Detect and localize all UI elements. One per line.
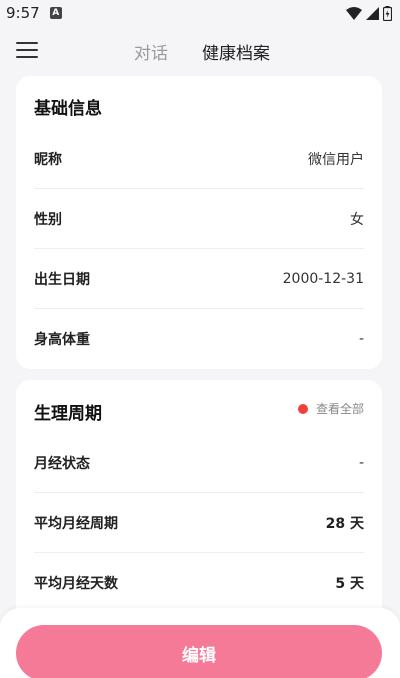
- battery-icon: [383, 5, 392, 21]
- wifi-icon: [346, 6, 362, 20]
- row-birth-date[interactable]: 出生日期 2000-12-31: [34, 250, 364, 309]
- row-value: -: [358, 455, 364, 471]
- status-badge: A: [49, 7, 62, 19]
- menu-icon[interactable]: [16, 40, 40, 60]
- row-label: 身高体重: [34, 331, 90, 348]
- row-label: 性别: [34, 212, 62, 228]
- view-all-link[interactable]: 查看全部: [297, 400, 364, 417]
- status-bar: 9:57 A: [0, 0, 400, 26]
- row-label: 平均月经天数: [34, 575, 118, 592]
- row-label: 月经状态: [34, 456, 90, 472]
- red-dot-icon: [297, 403, 308, 414]
- edit-button[interactable]: 编辑: [16, 625, 382, 678]
- basic-info-card: 基础信息 昵称 微信用户 性别 女 出生日期 2000-12-31 身高体重 -: [16, 76, 382, 369]
- basic-info-title: 基础信息: [34, 99, 102, 119]
- signal-icon: [366, 6, 379, 20]
- row-label: 出生日期: [34, 272, 90, 288]
- view-all-label: 查看全部: [315, 402, 364, 416]
- row-nickname[interactable]: 昵称 微信用户: [34, 130, 364, 189]
- row-value: 28 天: [325, 516, 364, 532]
- top-nav: 对话 健康档案: [0, 30, 400, 70]
- row-value: 女: [350, 212, 364, 228]
- row-height-weight[interactable]: 身高体重 -: [34, 309, 364, 368]
- status-time: 9:57: [6, 4, 40, 22]
- status-left: 9:57 A: [6, 4, 62, 22]
- row-average-days[interactable]: 平均月经天数 5 天: [34, 553, 364, 612]
- cycle-title: 生理周期: [34, 404, 102, 424]
- row-value: 2000-12-31: [282, 271, 364, 287]
- row-label: 昵称: [34, 152, 62, 168]
- tab-chat[interactable]: 对话: [134, 39, 168, 64]
- row-average-cycle[interactable]: 平均月经周期 28 天: [34, 494, 364, 553]
- row-label: 平均月经周期: [34, 516, 118, 532]
- row-value: 微信用户: [308, 152, 364, 168]
- row-value: 5 天: [335, 575, 364, 592]
- row-value: -: [358, 330, 364, 347]
- row-gender[interactable]: 性别 女: [34, 190, 364, 249]
- tab-health-profile[interactable]: 健康档案: [202, 39, 270, 64]
- status-right: [346, 5, 392, 21]
- row-period-status[interactable]: 月经状态 -: [34, 434, 364, 493]
